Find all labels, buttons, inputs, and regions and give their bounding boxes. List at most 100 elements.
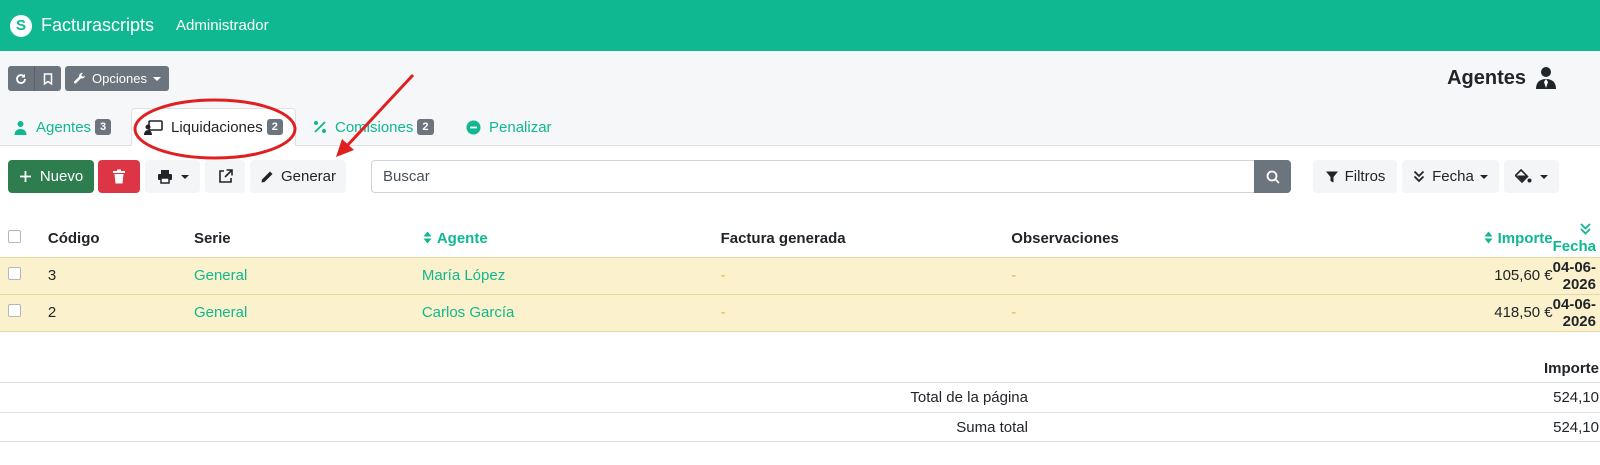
- facturascripts-logo-icon: S: [10, 14, 32, 37]
- chevron-down-icon: [1540, 174, 1548, 179]
- brand[interactable]: S Facturascripts: [10, 14, 155, 37]
- cell-notes: -: [1011, 293, 1348, 332]
- tab-label: Comisiones: [335, 118, 414, 136]
- percent-icon: [313, 120, 327, 134]
- chevron-double-down-icon: [1580, 223, 1591, 236]
- print-button[interactable]: [145, 160, 200, 193]
- user-menu[interactable]: Administrador: [176, 17, 269, 34]
- user-tie-icon: [1536, 67, 1556, 89]
- refresh-bookmark-group: [8, 66, 61, 91]
- column-header-invoice[interactable]: Factura generada: [721, 220, 1012, 257]
- filter-icon: [1325, 171, 1338, 182]
- top-navbar: S Facturascripts Administrador: [0, 0, 1600, 51]
- cell-agent[interactable]: María López: [418, 256, 721, 294]
- totals-value: 524,10: [1553, 419, 1599, 436]
- filters-button[interactable]: Filtros: [1313, 160, 1397, 193]
- cell-series[interactable]: General: [193, 256, 419, 294]
- pencil-icon: [261, 171, 273, 182]
- cell-amount: 105,60 €: [1347, 256, 1553, 294]
- brand-name: Facturascripts: [41, 15, 155, 35]
- totals-header: Importe: [1543, 360, 1599, 377]
- tab-penalizar[interactable]: Penalizar: [466, 108, 552, 146]
- settlements-table: Código Serie Agente Factura generada Obs…: [0, 220, 1600, 332]
- cell-date: 04-06-2026: [1552, 256, 1600, 294]
- cell-code: 2: [47, 293, 194, 332]
- wrench-icon: [74, 72, 86, 84]
- tab-label: Penalizar: [489, 118, 552, 136]
- row-select-cell: [0, 293, 48, 332]
- plus-icon: [19, 171, 31, 182]
- cell-date: 04-06-2026: [1552, 293, 1600, 332]
- cell-series[interactable]: General: [193, 293, 419, 332]
- minus-circle-icon: [466, 120, 481, 135]
- cell-agent[interactable]: Carlos García: [418, 293, 721, 332]
- column-header-date[interactable]: Fecha: [1553, 220, 1600, 257]
- color-button[interactable]: [1504, 160, 1559, 193]
- tab-label: Liquidaciones: [171, 118, 263, 136]
- totals-row: Suma total 524,10: [0, 412, 1600, 442]
- new-button[interactable]: Nuevo: [8, 160, 94, 193]
- totals-label: Total de la página: [910, 389, 1028, 406]
- print-icon: [157, 170, 172, 184]
- table-header-row: Código Serie Agente Factura generada Obs…: [0, 220, 1600, 257]
- count-badge: 3: [95, 119, 112, 135]
- sort-icon: [423, 231, 432, 244]
- cell-notes: -: [1011, 256, 1348, 294]
- column-header-agent[interactable]: Agente: [419, 220, 721, 257]
- bookmark-button[interactable]: [34, 66, 61, 91]
- row-checkbox[interactable]: [8, 267, 21, 280]
- generate-button[interactable]: Generar: [250, 160, 346, 193]
- sort-date-label: Fecha: [1432, 168, 1474, 185]
- tab-comisiones[interactable]: Comisiones 2: [313, 108, 434, 146]
- trash-icon: [113, 169, 125, 184]
- cell-amount: 418,50 €: [1347, 293, 1553, 332]
- column-header-amount[interactable]: Importe: [1348, 220, 1553, 257]
- user-icon: [13, 120, 28, 135]
- row-checkbox[interactable]: [8, 304, 21, 317]
- filters-label: Filtros: [1344, 168, 1386, 185]
- cell-code: 3: [47, 256, 194, 294]
- delete-button[interactable]: [98, 160, 140, 193]
- select-all-checkbox[interactable]: [8, 229, 21, 243]
- chevron-down-icon: [152, 76, 161, 81]
- search-input[interactable]: [371, 160, 1255, 193]
- options-button[interactable]: Opciones: [65, 66, 169, 91]
- select-all-cell: [0, 220, 48, 257]
- paint-bucket-icon: [1515, 169, 1532, 184]
- sort-icon: [1484, 231, 1493, 244]
- chevron-down-icon: [180, 174, 189, 179]
- count-badge: 2: [417, 119, 434, 135]
- refresh-button[interactable]: [8, 66, 34, 91]
- count-badge: 2: [266, 119, 283, 135]
- column-header-notes[interactable]: Observaciones: [1011, 220, 1348, 257]
- column-header-code[interactable]: Código: [48, 220, 194, 257]
- page-title: Agentes: [1447, 67, 1526, 89]
- tab-agentes[interactable]: Agentes 3: [13, 108, 112, 146]
- chevron-down-icon: [1479, 174, 1488, 179]
- totals-value: 524,10: [1553, 389, 1599, 406]
- search-icon: [1266, 170, 1280, 184]
- header-label: Fecha: [1552, 238, 1596, 256]
- generate-label: Generar: [280, 168, 337, 185]
- refresh-icon: [16, 73, 26, 84]
- header-label: Agente: [436, 229, 488, 247]
- header-label: Importe: [1497, 229, 1553, 247]
- table-row[interactable]: 2 General Carlos García - - 418,50 € 04-…: [0, 293, 1600, 332]
- row-select-cell: [0, 256, 48, 294]
- totals-label: Suma total: [956, 419, 1028, 436]
- sort-date-button[interactable]: Fecha: [1402, 160, 1499, 193]
- page-header: Opciones Agentes Agentes 3 Liquidaciones…: [0, 51, 1600, 146]
- table-row[interactable]: 3 General María López - - 105,60 € 04-06…: [0, 256, 1600, 294]
- column-header-series[interactable]: Serie: [194, 220, 419, 257]
- external-link-icon: [218, 169, 233, 183]
- new-label: Nuevo: [39, 168, 84, 185]
- options-label: Opciones: [92, 71, 147, 86]
- tab-label: Agentes: [36, 118, 92, 136]
- totals-row: Total de la página 524,10: [0, 382, 1600, 412]
- chalkboard-user-icon: [144, 119, 163, 135]
- chevron-double-down-icon: [1414, 170, 1425, 183]
- search-button[interactable]: [1254, 160, 1291, 193]
- cell-invoice: -: [720, 256, 1012, 294]
- export-button[interactable]: [205, 160, 245, 193]
- tab-liquidaciones[interactable]: Liquidaciones 2: [131, 108, 296, 146]
